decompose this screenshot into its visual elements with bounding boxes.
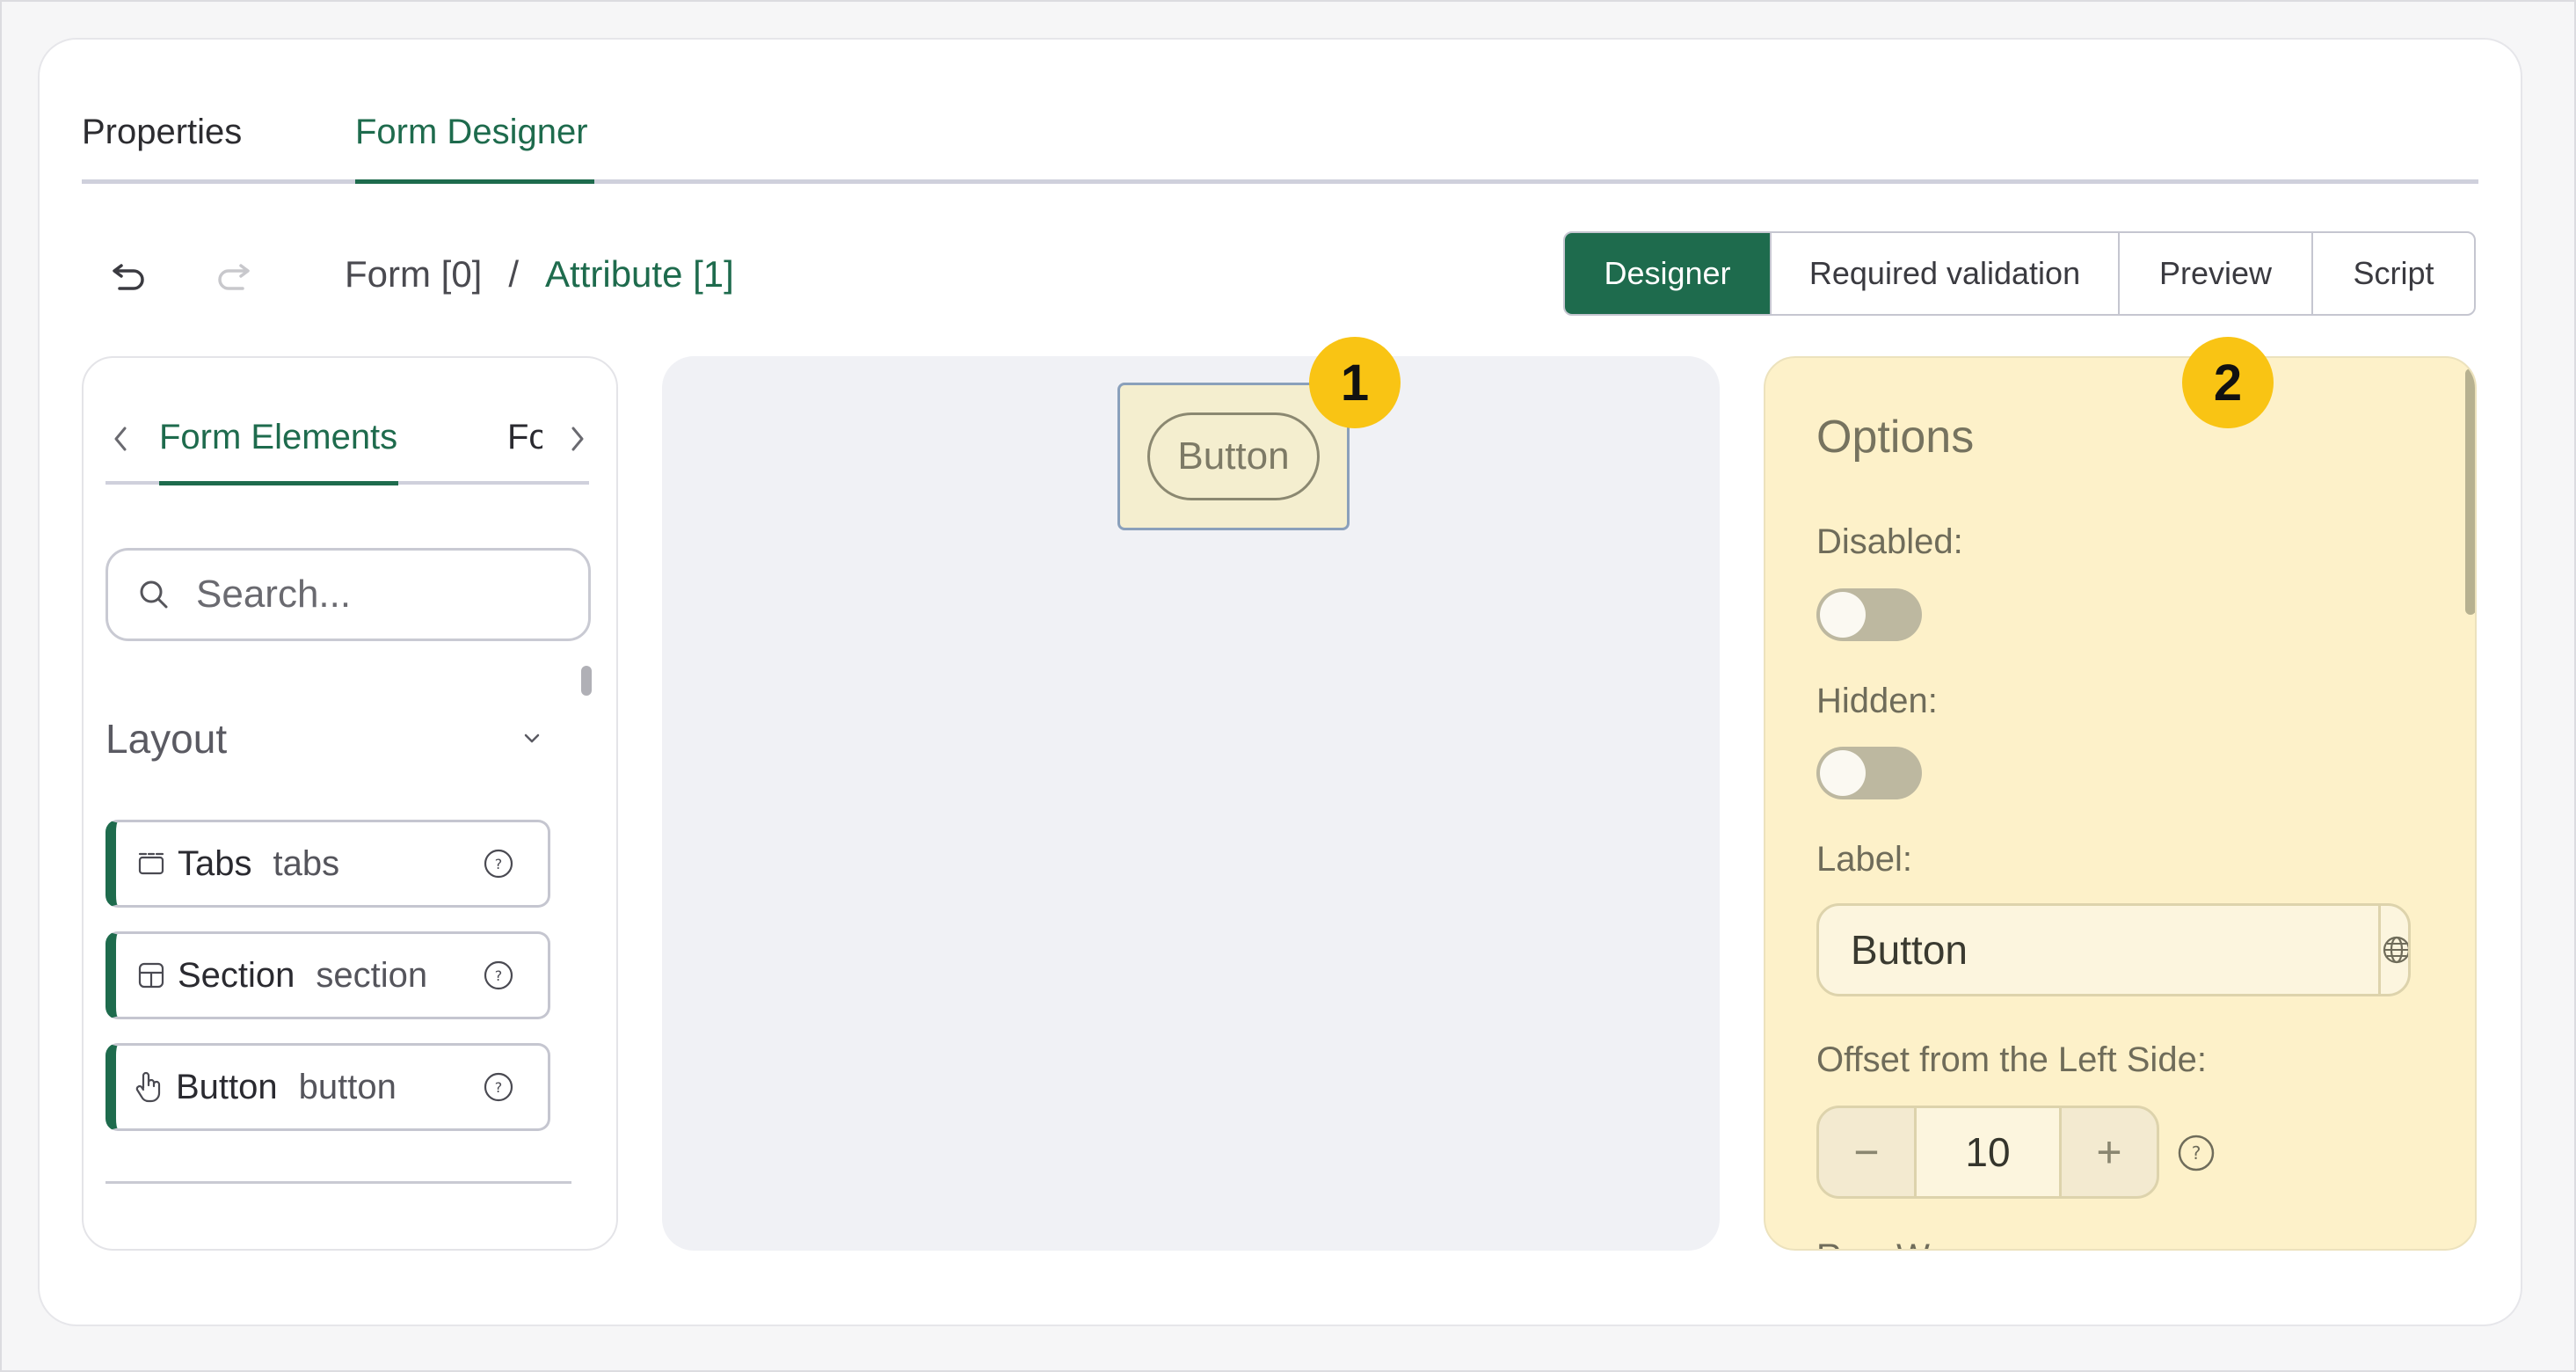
translate-button[interactable] [2378, 906, 2408, 994]
scrollbar[interactable] [581, 666, 592, 696]
step-badge-2: 2 [2182, 337, 2274, 428]
decrement-button[interactable]: − [1819, 1108, 1914, 1196]
chevron-left-icon [114, 427, 127, 451]
help-icon[interactable]: ? [483, 1071, 514, 1103]
mode-switcher: Designer Required validation Preview Scr… [1563, 231, 2476, 316]
help-icon[interactable]: ? [2177, 1134, 2216, 1172]
step-badge-1: 1 [1309, 337, 1401, 428]
svg-text:?: ? [495, 1079, 503, 1096]
tab-partial[interactable]: Fo [507, 418, 542, 456]
globe-icon [2383, 936, 2408, 964]
undo-button[interactable] [102, 248, 155, 301]
search-input[interactable] [194, 572, 564, 617]
breadcrumb: Form [0] / Attribute [1] [345, 255, 734, 294]
redo-icon [218, 264, 250, 290]
tabs-prev-button[interactable] [110, 423, 131, 459]
svg-text:?: ? [495, 856, 503, 872]
section-divider [106, 1181, 571, 1184]
elements-panel-tabs: Form Elements Fo [84, 358, 616, 490]
tab-form-designer[interactable]: Form Designer [355, 114, 588, 150]
breadcrumb-current: Attribute [1] [545, 253, 734, 295]
element-item-section[interactable]: Section section ? [106, 931, 550, 1019]
search-box [106, 548, 591, 641]
disabled-label: Disabled: [1816, 522, 1963, 561]
redo-button[interactable] [207, 248, 260, 301]
disabled-toggle[interactable] [1816, 588, 1922, 641]
active-tab-indicator [355, 179, 594, 184]
active-tab-indicator [159, 481, 398, 485]
svg-text:?: ? [2192, 1142, 2201, 1164]
tabs-next-button[interactable] [567, 423, 588, 459]
element-key: tabs [273, 843, 340, 883]
chevron-down-icon [524, 733, 540, 743]
design-canvas[interactable]: Button [662, 356, 1720, 1251]
search-icon [140, 580, 168, 609]
breadcrumb-root[interactable]: Form [0] [345, 255, 482, 294]
label-input[interactable] [1819, 906, 2378, 994]
toggle-knob [1820, 750, 1866, 796]
element-item-button[interactable]: Button button ? [106, 1043, 550, 1131]
mode-tab-designer[interactable]: Designer [1565, 233, 1772, 314]
tabs-icon [138, 852, 164, 875]
label-field-label: Label: [1816, 840, 1912, 879]
pointer-hand-icon [135, 1071, 161, 1103]
element-name: Tabs [178, 843, 252, 883]
element-key: section [316, 955, 428, 995]
layout-section-header[interactable]: Layout [106, 715, 545, 763]
element-key: button [298, 1067, 397, 1106]
undo-icon [113, 264, 144, 290]
options-panel: Options Disabled: Hidden: Label: Offset … [1764, 356, 2477, 1251]
chevron-right-icon [571, 427, 584, 451]
row-width-label-partial: Row W [1816, 1237, 1930, 1249]
element-name: Button [176, 1067, 278, 1106]
tab-form-elements[interactable]: Form Elements [159, 418, 397, 456]
label-field [1816, 903, 2411, 996]
increment-button[interactable]: + [2062, 1108, 2157, 1196]
offset-label: Offset from the Left Side: [1816, 1040, 2207, 1079]
help-icon[interactable]: ? [483, 848, 514, 879]
canvas-button-preview[interactable]: Button [1147, 412, 1320, 500]
options-title: Options [1816, 412, 1975, 463]
mode-tab-required-validation[interactable]: Required validation [1772, 233, 2120, 314]
element-name: Section [178, 955, 295, 995]
scrollbar[interactable] [2465, 369, 2475, 615]
offset-value[interactable]: 10 [1914, 1108, 2062, 1196]
mode-tab-preview[interactable]: Preview [2120, 233, 2313, 314]
help-icon[interactable]: ? [483, 960, 514, 991]
toggle-knob [1820, 592, 1866, 638]
offset-stepper: − 10 + [1816, 1106, 2159, 1199]
svg-text:?: ? [495, 967, 503, 984]
elements-panel: Form Elements Fo Layout Tabs tabs ? [82, 356, 618, 1251]
element-item-tabs[interactable]: Tabs tabs ? [106, 820, 550, 908]
hidden-label: Hidden: [1816, 682, 1938, 720]
section-title: Layout [106, 716, 228, 762]
hidden-toggle[interactable] [1816, 747, 1922, 799]
mode-tab-script[interactable]: Script [2313, 233, 2474, 314]
tab-properties[interactable]: Properties [82, 114, 242, 150]
breadcrumb-separator: / [508, 253, 520, 295]
section-icon [138, 962, 164, 989]
